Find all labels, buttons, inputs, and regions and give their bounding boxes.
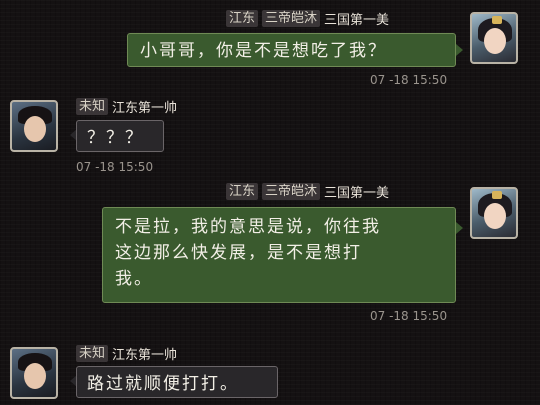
bubble-tail xyxy=(456,222,463,234)
sender-name-bar: 未知 江东第一帅 xyxy=(76,97,177,116)
message-text-line-1: 不是拉，我的意思是说，你往我 xyxy=(115,217,381,237)
sender-name[interactable]: 三国第一美 xyxy=(324,9,389,28)
faction-tag: 江东 xyxy=(226,182,259,200)
alliance-tag: 三帝皑沐 xyxy=(262,182,321,200)
female-portrait-avatar[interactable] xyxy=(470,187,518,239)
sender-name[interactable]: 江东第一帅 xyxy=(112,344,177,363)
message-bubble: 路过就顺便打打。 xyxy=(76,366,278,398)
message-text: 小哥哥，你是不是想吃了我？ xyxy=(140,41,387,61)
sender-name[interactable]: 江东第一帅 xyxy=(112,97,177,116)
alliance-tag: 三帝皑沐 xyxy=(262,9,321,27)
faction-tag: 江东 xyxy=(226,9,259,27)
message-text: 路过就顺便打打。 xyxy=(87,374,239,394)
sender-name-bar: 江东 三帝皑沐 三国第一美 xyxy=(226,9,389,28)
timestamp: 07 -18 15:50 xyxy=(370,73,448,87)
timestamp: 07 -18 15:50 xyxy=(76,160,154,174)
female-portrait-avatar[interactable] xyxy=(470,12,518,64)
male-portrait-avatar[interactable] xyxy=(10,347,58,399)
bubble-tail xyxy=(456,44,463,56)
message-text: ？？？ xyxy=(87,128,144,148)
message-bubble: 小哥哥，你是不是想吃了我？ xyxy=(127,33,456,67)
message-text-line-3: 我。 xyxy=(115,269,153,289)
sender-name-bar: 江东 三帝皑沐 三国第一美 xyxy=(226,182,389,201)
sender-name[interactable]: 三国第一美 xyxy=(324,182,389,201)
faction-tag: 未知 xyxy=(76,344,109,362)
sender-name-bar: 未知 江东第一帅 xyxy=(76,344,177,363)
faction-tag: 未知 xyxy=(76,97,109,115)
message-text-line-2: 这边那么快发展，是不是想打 xyxy=(115,243,362,263)
male-portrait-avatar[interactable] xyxy=(10,100,58,152)
timestamp: 07 -18 15:50 xyxy=(370,309,448,323)
message-bubble: 不是拉，我的意思是说，你往我 这边那么快发展，是不是想打 我。 xyxy=(102,207,456,303)
message-bubble: ？？？ xyxy=(76,120,164,152)
